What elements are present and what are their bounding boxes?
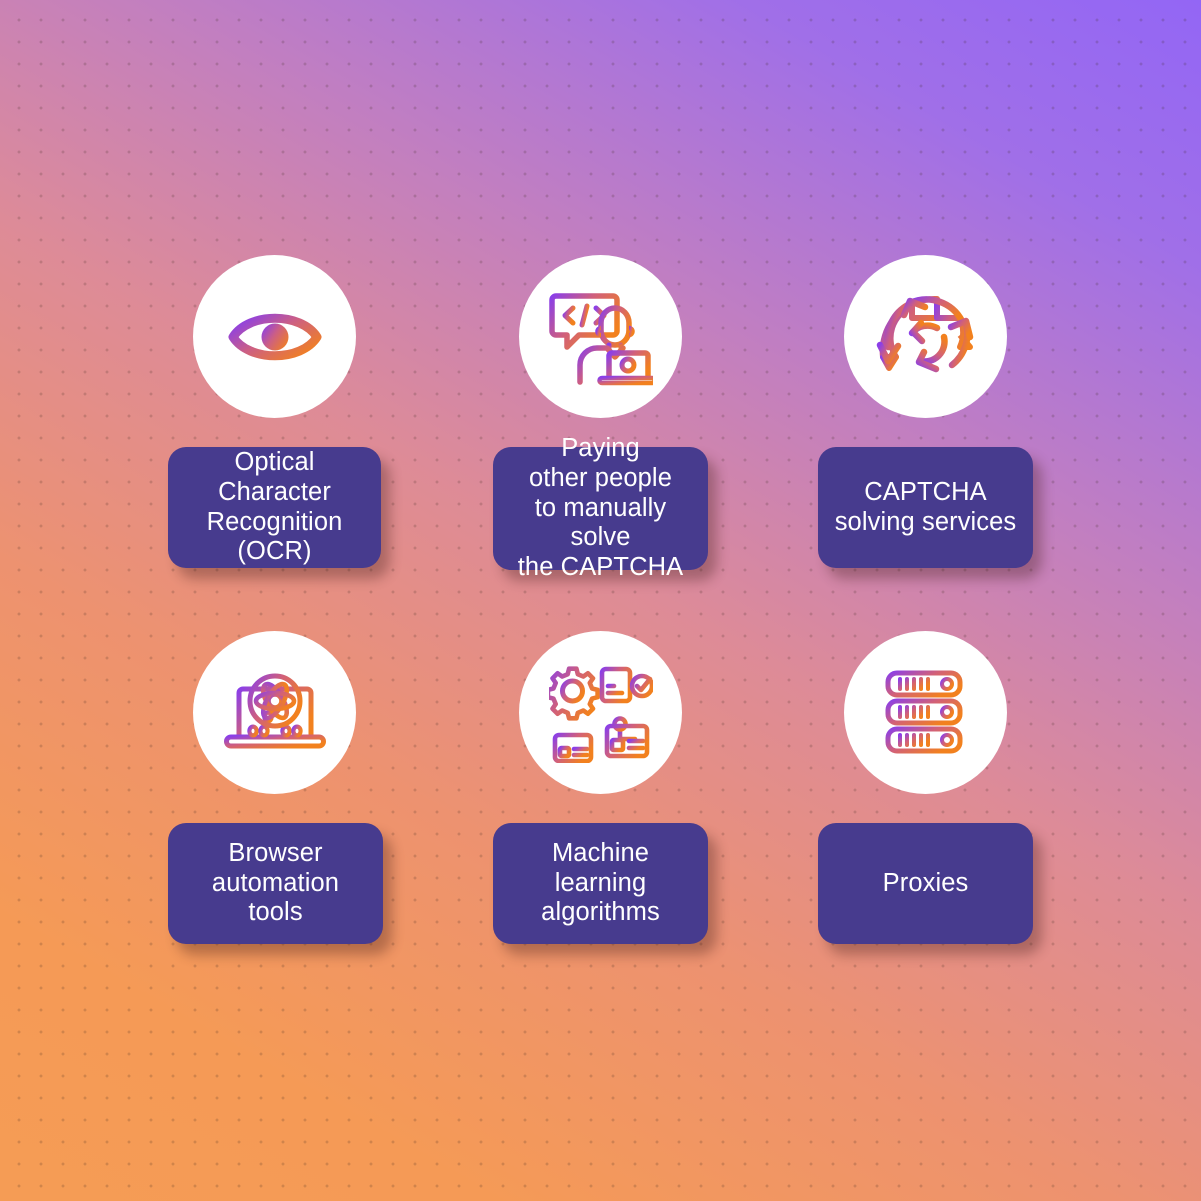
developer-chat-code-icon bbox=[548, 287, 653, 387]
icon-badge-ocr bbox=[193, 255, 356, 418]
server-rack-icon bbox=[878, 667, 974, 759]
infographic-canvas: Optical Character Recognition (OCR) Payi… bbox=[0, 0, 1201, 1201]
card-machine-learning[interactable]: Machine learning algorithms bbox=[493, 823, 708, 944]
card-label-machine-learning: Machine learning algorithms bbox=[541, 838, 660, 927]
card-browser-automation[interactable]: Browser automation tools bbox=[168, 823, 383, 944]
card-captcha-services[interactable]: CAPTCHA solving services bbox=[818, 447, 1033, 568]
laptop-atom-binary-icon bbox=[223, 665, 327, 761]
icon-badge-captcha-services bbox=[844, 255, 1007, 418]
card-label-proxies: Proxies bbox=[882, 868, 969, 897]
card-label-captcha-services: CAPTCHA solving services bbox=[834, 477, 1017, 536]
icon-badge-proxies bbox=[844, 631, 1007, 794]
eye-icon bbox=[227, 303, 323, 371]
card-label-paying-people: Paying other people to manually solve th… bbox=[517, 433, 684, 582]
icon-badge-browser-automation bbox=[193, 631, 356, 794]
card-proxies[interactable]: Proxies bbox=[818, 823, 1033, 944]
refresh-cycle-arrows-icon bbox=[874, 285, 978, 389]
icon-badge-paying-people bbox=[519, 255, 682, 418]
card-ocr[interactable]: Optical Character Recognition (OCR) bbox=[168, 447, 381, 568]
workflow-gear-nodes-icon bbox=[548, 663, 653, 763]
card-paying-people[interactable]: Paying other people to manually solve th… bbox=[493, 434, 708, 581]
card-label-ocr: Optical Character Recognition (OCR) bbox=[206, 447, 343, 566]
card-label-browser-automation: Browser automation tools bbox=[211, 838, 340, 927]
icon-badge-machine-learning bbox=[519, 631, 682, 794]
